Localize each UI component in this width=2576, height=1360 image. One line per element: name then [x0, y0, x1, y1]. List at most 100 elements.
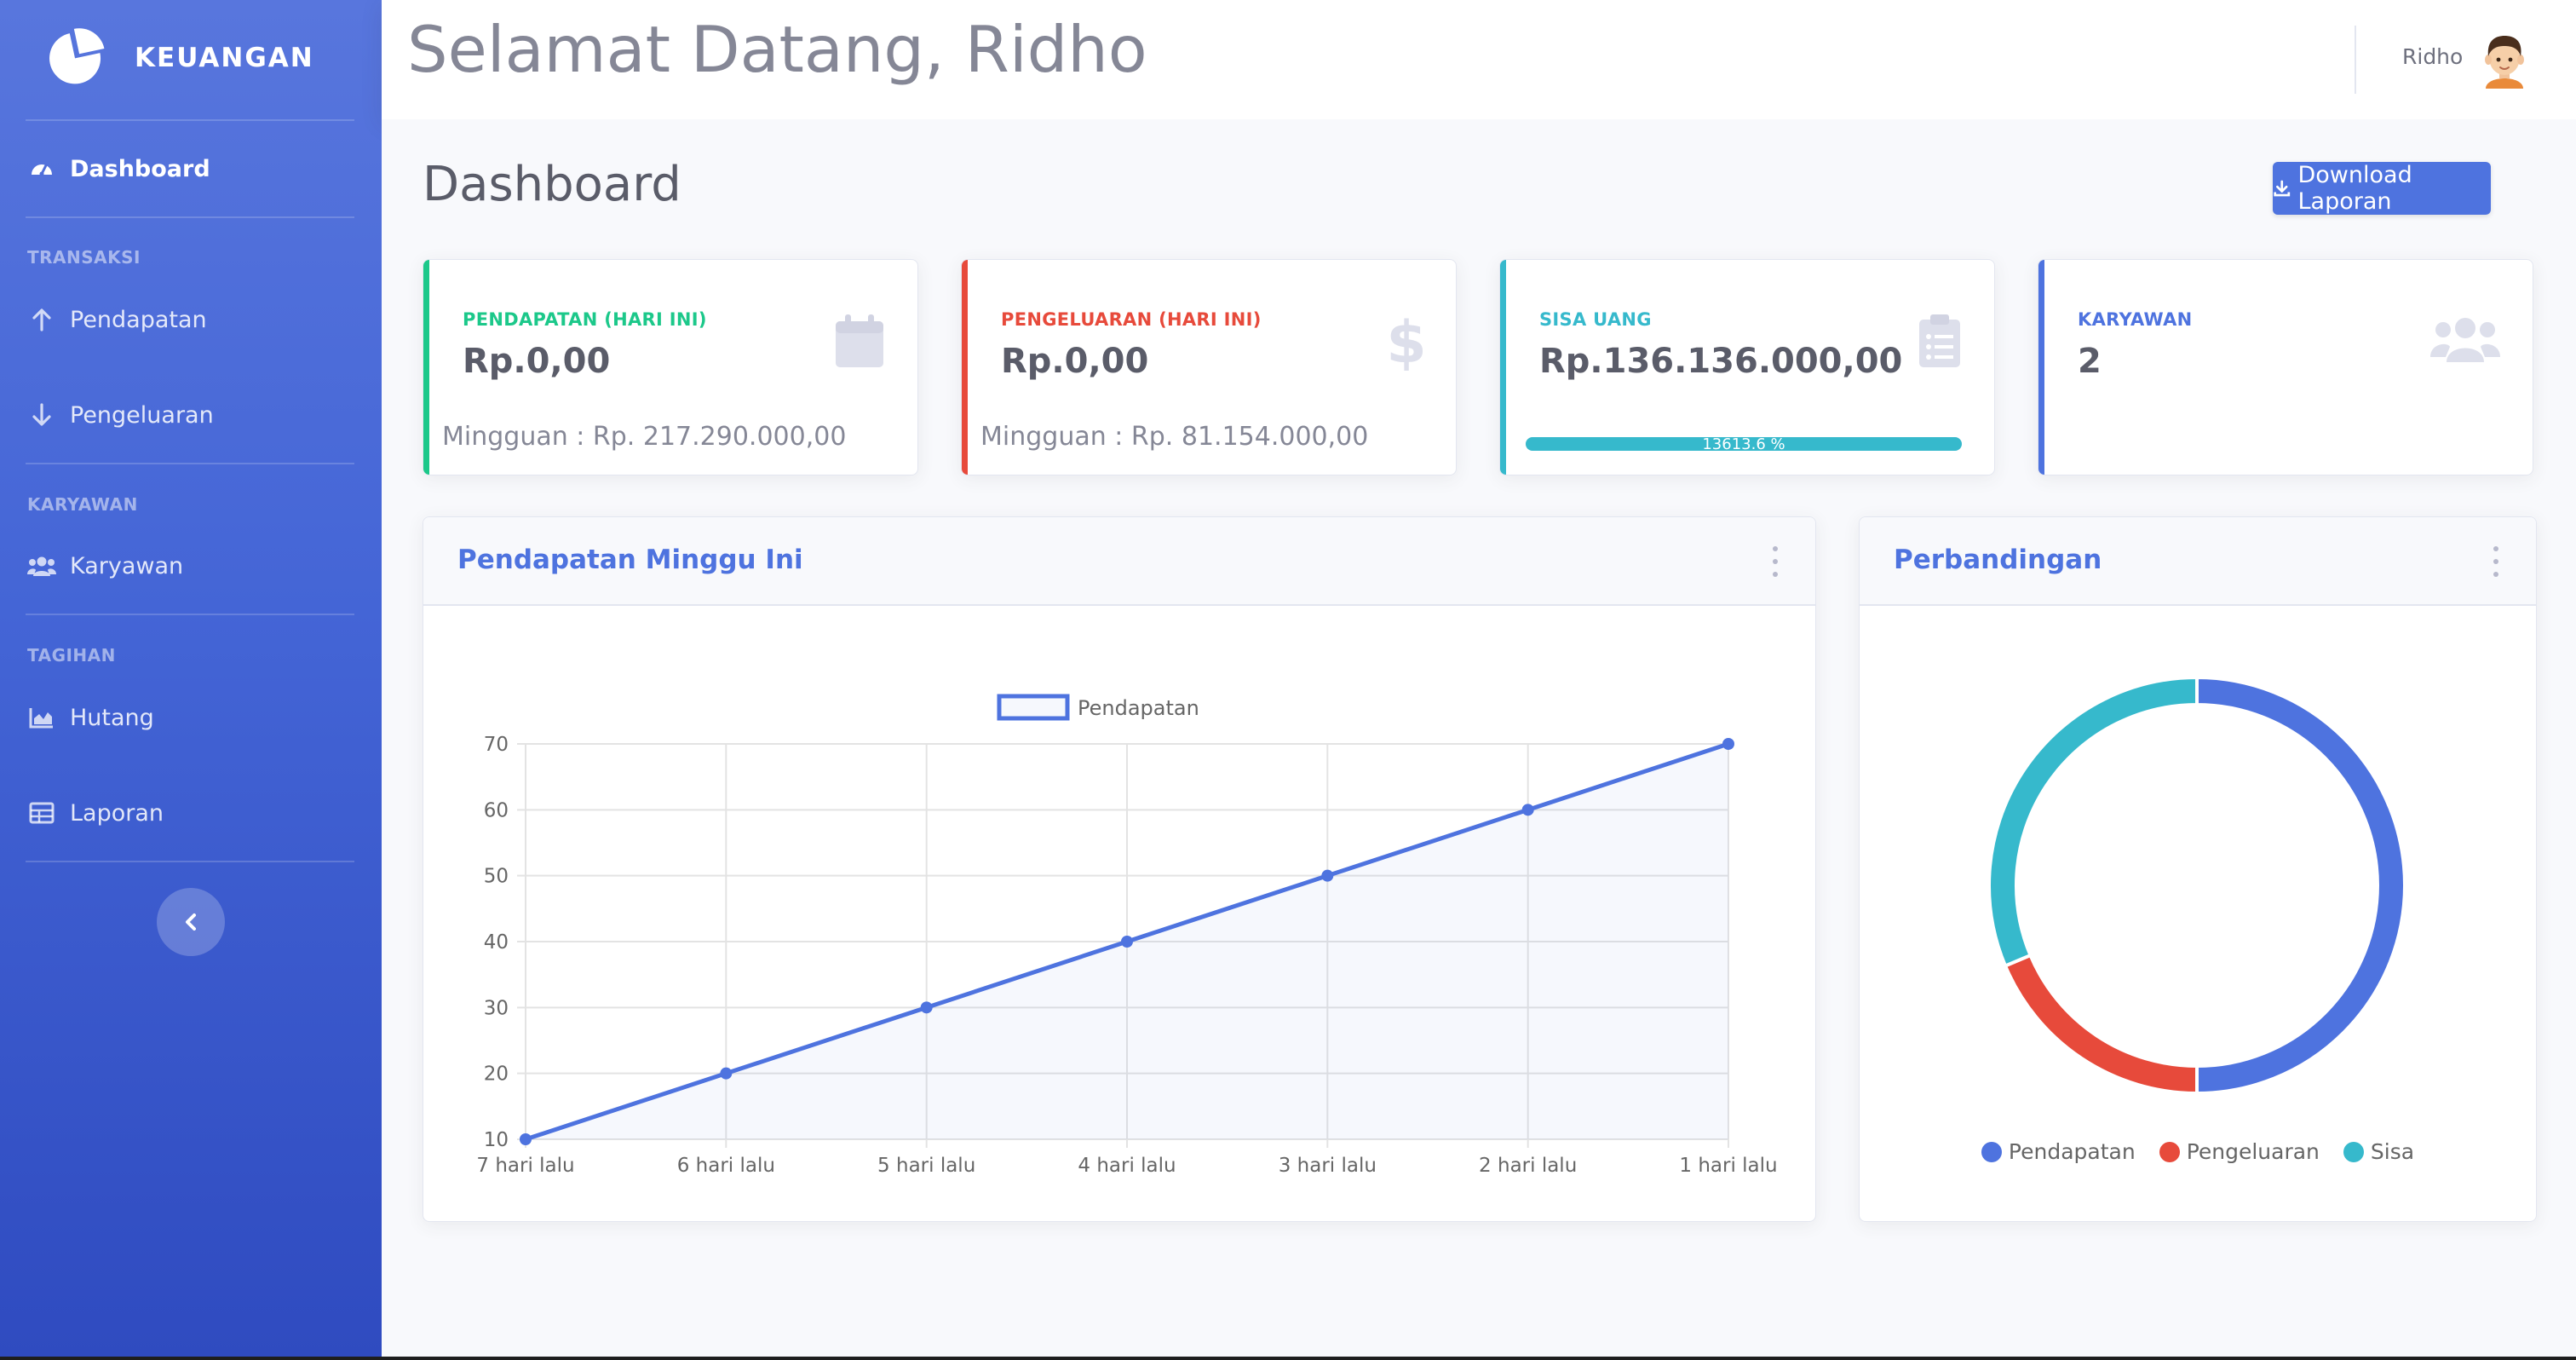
- sidebar-item-pendapatan[interactable]: Pendapatan: [27, 296, 207, 343]
- y-tick-label: 70: [484, 734, 509, 756]
- sidebar-item-label: Laporan: [70, 799, 164, 827]
- card-value: Rp.0,00: [463, 342, 611, 381]
- sidebar-item-hutang[interactable]: Hutang: [27, 694, 154, 741]
- user-name[interactable]: Ridho: [2402, 44, 2463, 69]
- sidebar-divider: [26, 463, 354, 464]
- welcome-heading: Selamat Datang, Ridho: [407, 12, 1147, 87]
- legend-dot: [2343, 1141, 2364, 1162]
- brand-name: KEUANGAN: [135, 43, 314, 73]
- legend-dot: [1981, 1141, 2002, 1162]
- y-tick-label: 20: [484, 1063, 509, 1086]
- sidebar-toggle-button[interactable]: [157, 888, 225, 956]
- x-tick-label: 6 hari lalu: [677, 1155, 775, 1177]
- sidebar-item-dashboard[interactable]: Dashboard: [27, 145, 210, 193]
- card-label: PENDAPATAN (HARI INI): [463, 309, 707, 330]
- panel-title: Perbandingan: [1894, 545, 2102, 575]
- line-chart-panel: Pendapatan Minggu Ini 10 20 30 40 50 60 70 7 ha…: [423, 516, 1816, 1222]
- arrow-up-icon: [27, 305, 56, 334]
- panel-header: Perbandingan: [1860, 517, 2536, 606]
- card-subtext: Mingguan : Rp. 217.290.000,00: [442, 422, 847, 452]
- card-subtext: Mingguan : Rp. 81.154.000,00: [980, 422, 1369, 452]
- sidebar-item-label: Dashboard: [70, 155, 210, 182]
- card-value: Rp.136.136.000,00: [1539, 342, 1903, 381]
- legend-item[interactable]: Pendapatan: [1981, 1139, 2136, 1164]
- brand[interactable]: KEUANGAN: [46, 27, 314, 89]
- legend-label: Pendapatan: [2008, 1139, 2136, 1164]
- x-tick-label: 1 hari lalu: [1679, 1155, 1777, 1177]
- donut-chart: [1987, 675, 2406, 1096]
- sidebar-item-pengeluaran[interactable]: Pengeluaran: [27, 391, 214, 439]
- legend-dot: [2159, 1141, 2180, 1162]
- data-point: [720, 1067, 733, 1080]
- data-point: [920, 1001, 933, 1014]
- progress-bar: 13613.6 %: [1526, 437, 1962, 451]
- legend-label: Pendapatan: [1078, 696, 1199, 720]
- area-chart-icon: [27, 703, 56, 732]
- donut-slice: [2003, 953, 2199, 1096]
- main-content: Dashboard Download Laporan PENDAPATAN (H…: [382, 119, 2576, 1357]
- topbar-divider: [2355, 26, 2356, 94]
- donut-slice: [1987, 675, 2199, 969]
- legend-label: Sisa: [2370, 1139, 2415, 1164]
- card-sisa-uang: SISA UANG Rp.136.136.000,00 13613.6 %: [1499, 259, 1995, 475]
- sidebar-item-label: Hutang: [70, 704, 154, 731]
- card-label: SISA UANG: [1539, 309, 1652, 330]
- topbar: Selamat Datang, Ridho Ridho: [382, 0, 2576, 119]
- more-vertical-icon[interactable]: [2490, 546, 2502, 577]
- avatar[interactable]: [2474, 27, 2535, 89]
- x-tick-label: 5 hari lalu: [877, 1155, 975, 1177]
- sidebar-divider: [26, 216, 354, 218]
- donut-legend: Pendapatan Pengeluaran Sisa: [1860, 1139, 2536, 1164]
- sidebar-heading-transaksi: TRANSAKSI: [27, 247, 141, 268]
- table-icon: [27, 798, 56, 827]
- card-value: Rp.0,00: [1001, 342, 1149, 381]
- card-accent: [962, 260, 968, 475]
- data-point: [1521, 804, 1534, 816]
- clipboard-list-icon: [1919, 314, 1960, 367]
- x-tick-label: 7 hari lalu: [476, 1155, 574, 1177]
- card-accent: [423, 260, 429, 475]
- sidebar-heading-karyawan: KARYAWAN: [27, 494, 138, 515]
- download-icon: [2274, 180, 2291, 197]
- sidebar-item-karyawan[interactable]: Karyawan: [27, 542, 183, 590]
- card-accent: [1500, 260, 1506, 475]
- window-bottom-edge: [0, 1357, 2576, 1360]
- pie-chart-logo-icon: [49, 28, 105, 84]
- chevron-left-icon: [186, 913, 196, 931]
- card-accent: [2038, 260, 2044, 475]
- sidebar: KEUANGAN Dashboard TRANSAKSI Pendapatan …: [0, 0, 382, 1357]
- y-tick-label: 50: [484, 866, 509, 888]
- card-pengeluaran: PENGELUARAN (HARI INI) Rp.0,00 Mingguan …: [961, 259, 1457, 475]
- donut-chart-panel: Perbandingan Pendapatan Pengeluaran Sisa: [1859, 516, 2537, 1222]
- sidebar-heading-tagihan: TAGIHAN: [27, 645, 116, 666]
- donut-slice: [2195, 675, 2406, 1096]
- arrow-down-icon: [27, 401, 56, 429]
- tachometer-icon: [27, 154, 56, 183]
- dollar-icon: $: [1389, 313, 1423, 372]
- card-label: KARYAWAN: [2078, 309, 2193, 330]
- sidebar-item-label: Pendapatan: [70, 306, 207, 333]
- x-tick-label: 3 hari lalu: [1279, 1155, 1377, 1177]
- data-point: [1121, 936, 1133, 948]
- users-icon: [27, 551, 56, 580]
- more-vertical-icon[interactable]: [1769, 546, 1781, 577]
- download-report-button[interactable]: Download Laporan: [2273, 162, 2491, 215]
- y-tick-label: 10: [484, 1129, 509, 1151]
- progress-track: 13613.6 %: [1526, 437, 1962, 451]
- card-karyawan: KARYAWAN 2: [2038, 259, 2533, 475]
- calendar-icon: [836, 314, 883, 367]
- y-tick-label: 60: [484, 799, 509, 821]
- legend-item[interactable]: Sisa: [2343, 1139, 2414, 1164]
- page-title: Dashboard: [423, 157, 681, 212]
- sidebar-item-laporan[interactable]: Laporan: [27, 789, 164, 837]
- sidebar-item-label: Karyawan: [70, 552, 184, 579]
- line-chart: 10 20 30 40 50 60 70 7 hari lalu 6 hari lalu 5 ha…: [476, 694, 1778, 1177]
- panel-title: Pendapatan Minggu Ini: [457, 545, 803, 575]
- sidebar-divider: [26, 119, 354, 121]
- sidebar-item-label: Pengeluaran: [70, 401, 214, 429]
- legend-item[interactable]: Pengeluaran: [2159, 1139, 2320, 1164]
- y-tick-label: 30: [484, 997, 509, 1019]
- data-point: [1321, 869, 1334, 882]
- data-point: [520, 1133, 532, 1145]
- legend-label: Pengeluaran: [2186, 1139, 2320, 1164]
